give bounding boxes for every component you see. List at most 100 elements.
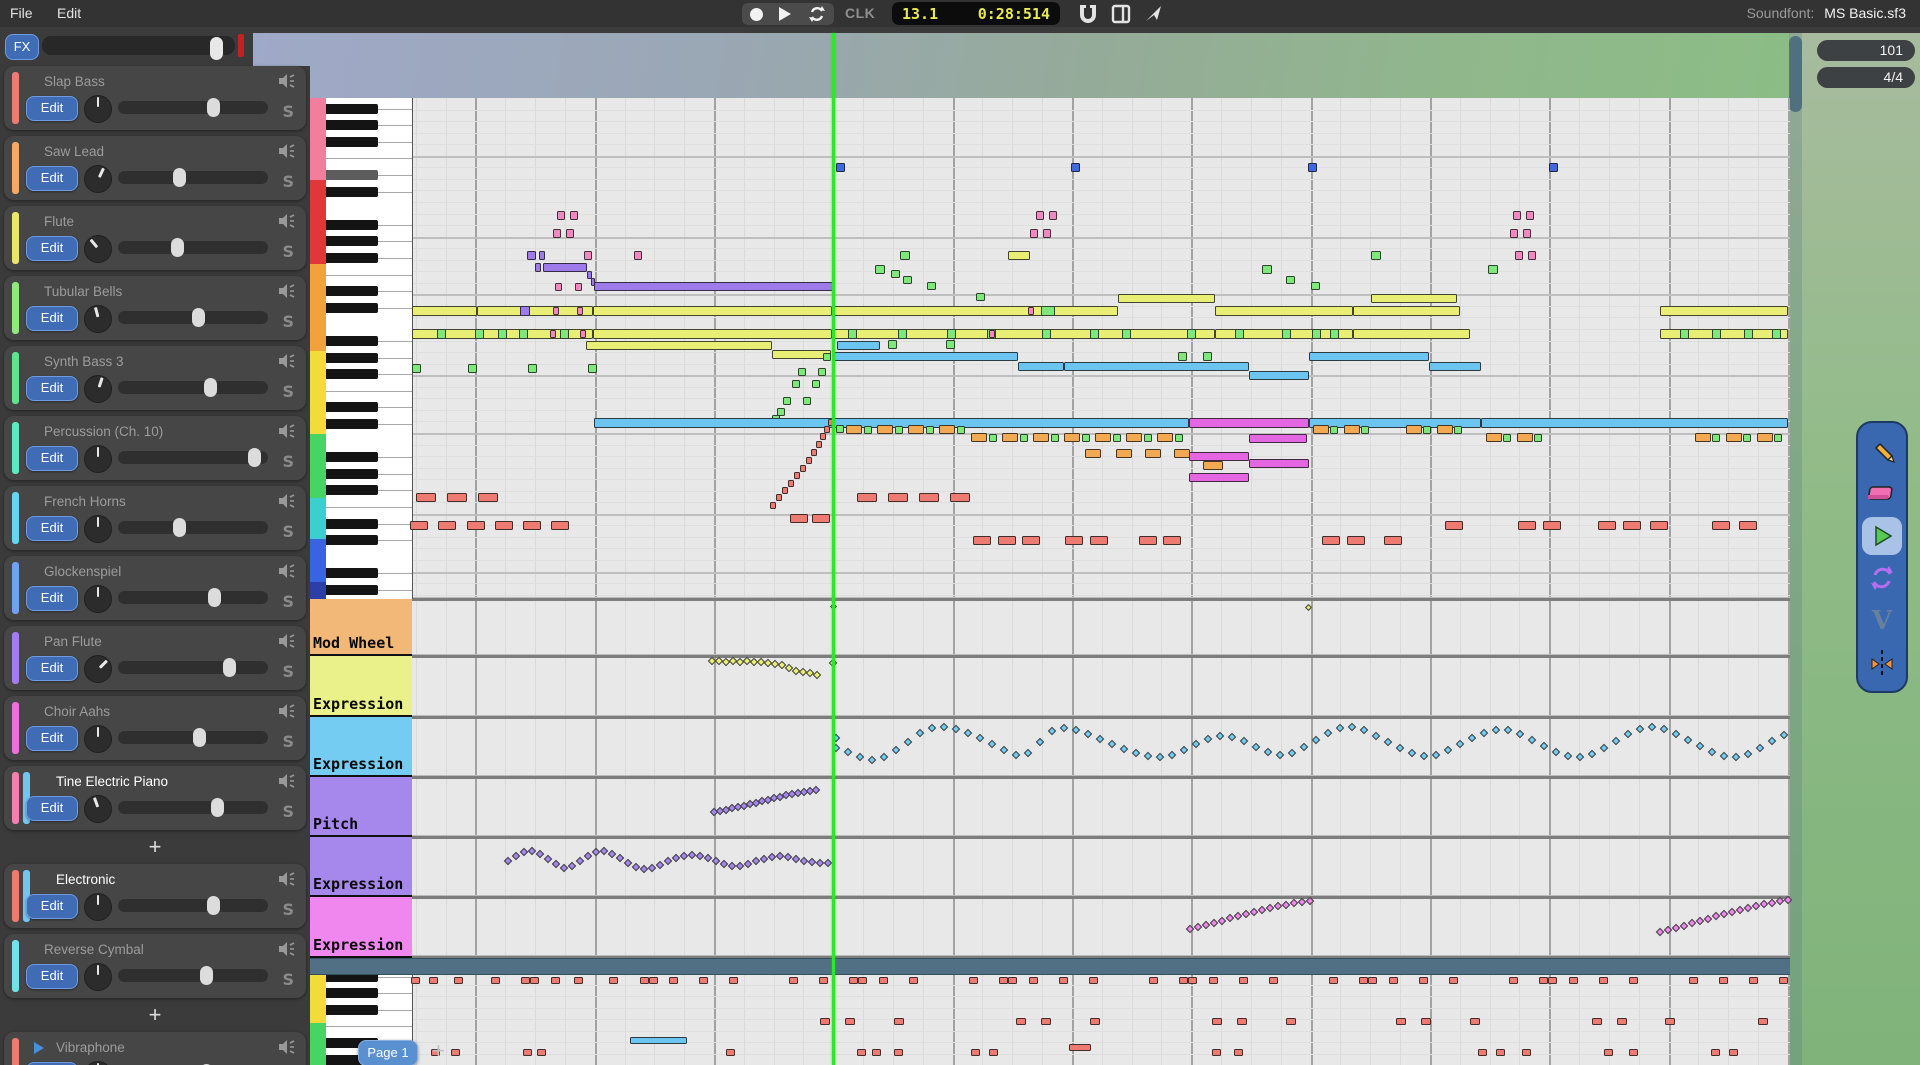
midi-note-mini[interactable] bbox=[729, 977, 738, 984]
midi-note-mini[interactable] bbox=[1016, 1018, 1026, 1025]
edit-button[interactable]: Edit bbox=[26, 796, 78, 821]
midi-note[interactable] bbox=[1549, 163, 1558, 172]
midi-note[interactable] bbox=[1384, 536, 1402, 545]
midi-note-mini[interactable] bbox=[649, 977, 658, 984]
midi-note[interactable] bbox=[946, 340, 955, 349]
track-name[interactable]: Pan Flute bbox=[44, 634, 102, 649]
midi-note-mini[interactable] bbox=[1539, 977, 1548, 984]
midi-note-mini[interactable] bbox=[845, 1018, 855, 1025]
volume-slider[interactable] bbox=[118, 521, 268, 534]
midi-note-mini[interactable] bbox=[999, 977, 1008, 984]
midi-note[interactable] bbox=[806, 457, 812, 464]
solo-label[interactable]: S bbox=[282, 970, 294, 989]
midi-note-mini[interactable] bbox=[1729, 1049, 1738, 1056]
midi-note-mini[interactable] bbox=[969, 977, 978, 984]
midi-note[interactable] bbox=[1347, 536, 1365, 545]
midi-note[interactable] bbox=[1020, 434, 1028, 442]
volume-slider-thumb[interactable] bbox=[173, 168, 186, 187]
edit-button[interactable]: Edit bbox=[26, 376, 78, 401]
solo-label[interactable]: S bbox=[282, 592, 294, 611]
midi-note[interactable] bbox=[823, 353, 831, 361]
midi-note-mini[interactable] bbox=[451, 1049, 460, 1056]
midi-note-mini[interactable] bbox=[1617, 1018, 1627, 1025]
midi-note[interactable] bbox=[1249, 459, 1309, 468]
midi-note[interactable] bbox=[1090, 536, 1108, 545]
midi-note[interactable] bbox=[998, 536, 1016, 545]
midi-note[interactable] bbox=[891, 270, 900, 278]
midi-note-mini[interactable] bbox=[574, 977, 583, 984]
lane-label-expression[interactable]: Expression bbox=[310, 837, 412, 897]
timeline-ruler[interactable] bbox=[253, 33, 1790, 98]
midi-note[interactable] bbox=[1353, 306, 1460, 316]
midi-note[interactable] bbox=[527, 251, 536, 260]
midi-note[interactable] bbox=[478, 493, 498, 502]
midi-note[interactable] bbox=[864, 426, 872, 434]
midi-note[interactable] bbox=[1598, 521, 1616, 530]
midi-note[interactable] bbox=[1308, 163, 1317, 172]
midi-note[interactable] bbox=[1623, 521, 1641, 530]
midi-note[interactable] bbox=[593, 329, 832, 339]
midi-note[interactable] bbox=[1064, 433, 1080, 442]
midi-note[interactable] bbox=[770, 502, 776, 509]
midi-note[interactable] bbox=[1215, 306, 1353, 316]
midi-note[interactable] bbox=[551, 521, 569, 530]
piano-key-black[interactable] bbox=[326, 303, 378, 313]
midi-note[interactable] bbox=[1157, 433, 1173, 442]
midi-note[interactable] bbox=[412, 306, 477, 316]
midi-note-mini[interactable] bbox=[491, 977, 500, 984]
midi-note-mini[interactable] bbox=[1209, 977, 1218, 984]
midi-note-mini[interactable] bbox=[989, 1049, 998, 1056]
track-name[interactable]: French Horns bbox=[44, 494, 126, 509]
midi-note-mini[interactable] bbox=[1329, 977, 1338, 984]
midi-note[interactable] bbox=[1113, 434, 1121, 442]
piano-key-black[interactable] bbox=[326, 402, 378, 412]
midi-note[interactable] bbox=[1042, 329, 1051, 339]
midi-note[interactable] bbox=[412, 364, 421, 373]
midi-note[interactable] bbox=[1534, 434, 1542, 442]
midi-note[interactable] bbox=[495, 521, 513, 530]
track-name[interactable]: Saw Lead bbox=[44, 144, 104, 159]
pan-knob[interactable] bbox=[84, 893, 112, 921]
midi-note[interactable] bbox=[1523, 229, 1531, 238]
midi-note[interactable] bbox=[1145, 449, 1161, 458]
pan-knob[interactable] bbox=[84, 305, 112, 333]
midi-note[interactable] bbox=[553, 307, 559, 315]
midi-note[interactable] bbox=[1518, 521, 1536, 530]
track-card[interactable]: Pan FluteEditS bbox=[4, 626, 306, 690]
midi-note[interactable] bbox=[1282, 329, 1291, 339]
magnet-snap-icon[interactable] bbox=[1078, 4, 1098, 24]
piano-key-black[interactable] bbox=[326, 120, 378, 130]
midi-note-mini[interactable] bbox=[879, 977, 888, 984]
piano-key-black[interactable] bbox=[326, 369, 378, 379]
track-card[interactable]: GlockenspielEditS bbox=[4, 556, 306, 620]
midi-note-mini[interactable] bbox=[523, 1049, 532, 1056]
midi-note[interactable] bbox=[566, 229, 574, 238]
midi-note-mini[interactable] bbox=[411, 977, 420, 984]
midi-note-mini[interactable] bbox=[640, 977, 649, 984]
volume-slider-thumb[interactable] bbox=[211, 798, 224, 817]
solo-label[interactable]: S bbox=[282, 172, 294, 191]
speaker-icon[interactable] bbox=[279, 144, 296, 163]
solo-label[interactable]: S bbox=[282, 732, 294, 751]
midi-note[interactable] bbox=[820, 433, 826, 440]
midi-note[interactable] bbox=[1757, 433, 1773, 442]
volume-slider-thumb[interactable] bbox=[208, 588, 221, 607]
midi-note[interactable] bbox=[1743, 434, 1751, 442]
midi-note-mini[interactable] bbox=[1149, 977, 1158, 984]
midi-note[interactable] bbox=[550, 330, 556, 338]
midi-note-mini[interactable] bbox=[1522, 1049, 1531, 1056]
volume-slider-thumb[interactable] bbox=[248, 448, 261, 467]
midi-note-mini[interactable] bbox=[1421, 1018, 1431, 1025]
piano-key-black[interactable] bbox=[326, 236, 378, 246]
midi-note[interactable] bbox=[976, 293, 985, 301]
midi-note[interactable] bbox=[1513, 211, 1521, 220]
midi-note[interactable] bbox=[1406, 425, 1422, 434]
midi-note[interactable] bbox=[816, 441, 822, 448]
midi-note[interactable] bbox=[1429, 362, 1481, 371]
midi-note-mini[interactable] bbox=[1719, 977, 1728, 984]
piano-keyboard[interactable] bbox=[326, 98, 413, 599]
midi-note[interactable] bbox=[1122, 329, 1131, 339]
midi-note-mini[interactable] bbox=[1449, 977, 1458, 984]
midi-note-mini[interactable] bbox=[699, 977, 708, 984]
midi-note[interactable] bbox=[908, 425, 924, 434]
